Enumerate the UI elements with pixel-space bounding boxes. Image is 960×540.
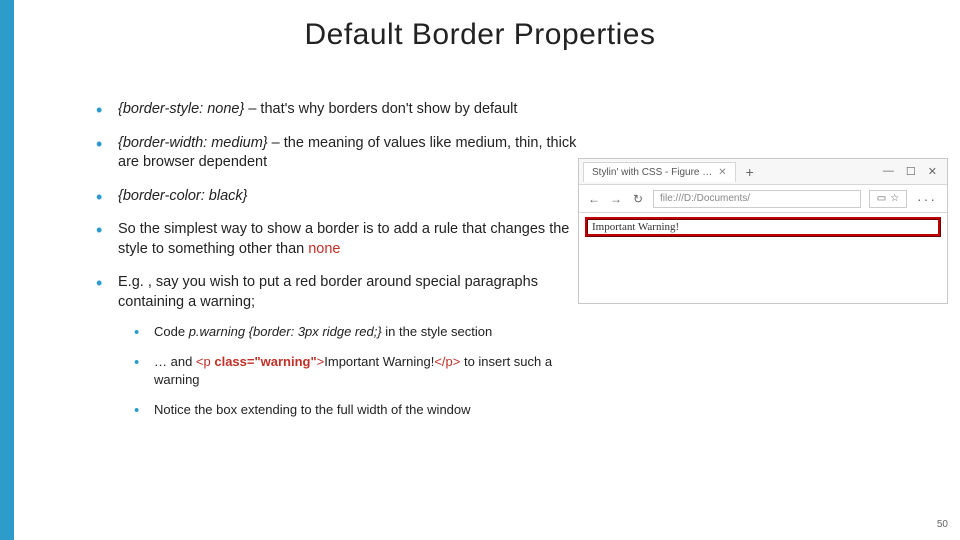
text-span: Notice the box extending to the full wid… bbox=[154, 402, 471, 417]
refresh-icon[interactable]: ↻ bbox=[631, 192, 645, 206]
page-title: Default Border Properties bbox=[0, 18, 960, 52]
browser-tabrow: Stylin' with CSS - Figure … ✕ + — ☐ ✕ bbox=[579, 159, 947, 185]
text-span: in the style section bbox=[382, 324, 493, 339]
html-tag: <p bbox=[196, 354, 214, 369]
back-icon[interactable]: ← bbox=[587, 192, 601, 206]
browser-address-bar: ← → ↻ file:///D:/Documents/ ▭ ☆ ··· bbox=[579, 185, 947, 213]
code-span: {border-style: none} bbox=[118, 101, 244, 117]
text-span: E.g. , say you wish to put a red border … bbox=[118, 274, 538, 310]
content-area: {border-style: none} – that's why border… bbox=[90, 100, 585, 433]
browser-window: Stylin' with CSS - Figure … ✕ + — ☐ ✕ ← … bbox=[578, 158, 948, 304]
code-span: {border-color: black} bbox=[118, 188, 248, 204]
browser-tab[interactable]: Stylin' with CSS - Figure … ✕ bbox=[583, 162, 736, 182]
close-tab-icon[interactable]: ✕ bbox=[718, 167, 726, 178]
text-span: Important Warning! bbox=[324, 354, 434, 369]
close-icon[interactable]: ✕ bbox=[928, 165, 937, 178]
bullet-item: {border-color: black} bbox=[90, 187, 585, 207]
bullet-list: {border-style: none} – that's why border… bbox=[90, 100, 585, 419]
code-span: p.warning {border: 3px ridge red;} bbox=[189, 324, 382, 339]
page-number: 50 bbox=[937, 519, 948, 530]
warning-paragraph: Important Warning! bbox=[585, 217, 941, 237]
bullet-item: E.g. , say you wish to put a red border … bbox=[90, 273, 585, 419]
keyword-none: none bbox=[308, 241, 340, 257]
reading-icon: ▭ bbox=[877, 193, 886, 204]
text-span: Code bbox=[154, 324, 189, 339]
url-field[interactable]: file:///D:/Documents/ bbox=[653, 190, 861, 208]
code-span: {border-width: medium} bbox=[118, 135, 268, 151]
text-span: – that's why borders don't show by defau… bbox=[244, 101, 517, 117]
tab-title: Stylin' with CSS - Figure … bbox=[592, 167, 712, 178]
bullet-item: So the simplest way to show a border is … bbox=[90, 220, 585, 259]
accent-bar bbox=[0, 0, 14, 540]
forward-icon[interactable]: → bbox=[609, 192, 623, 206]
window-controls: — ☐ ✕ bbox=[883, 165, 947, 178]
browser-viewport: Important Warning! bbox=[579, 213, 947, 241]
sub-bullet-item: Notice the box extending to the full wid… bbox=[118, 401, 585, 419]
text-span: … and bbox=[154, 354, 196, 369]
new-tab-button[interactable]: + bbox=[740, 164, 760, 180]
reading-star-box[interactable]: ▭ ☆ bbox=[869, 190, 907, 208]
sub-bullet-item: … and <p class="warning">Important Warni… bbox=[118, 353, 585, 389]
more-icon[interactable]: ··· bbox=[915, 191, 939, 207]
html-tag: </p> bbox=[434, 354, 460, 369]
html-attr: class="warning" bbox=[214, 354, 316, 369]
bullet-item: {border-width: medium} – the meaning of … bbox=[90, 134, 585, 173]
sub-bullet-item: Code p.warning {border: 3px ridge red;} … bbox=[118, 323, 585, 341]
text-span: So the simplest way to show a border is … bbox=[118, 221, 569, 257]
bullet-item: {border-style: none} – that's why border… bbox=[90, 100, 585, 120]
star-icon: ☆ bbox=[890, 193, 899, 204]
minimize-icon[interactable]: — bbox=[883, 165, 894, 178]
sub-bullet-list: Code p.warning {border: 3px ridge red;} … bbox=[118, 323, 585, 420]
maximize-icon[interactable]: ☐ bbox=[906, 165, 916, 178]
